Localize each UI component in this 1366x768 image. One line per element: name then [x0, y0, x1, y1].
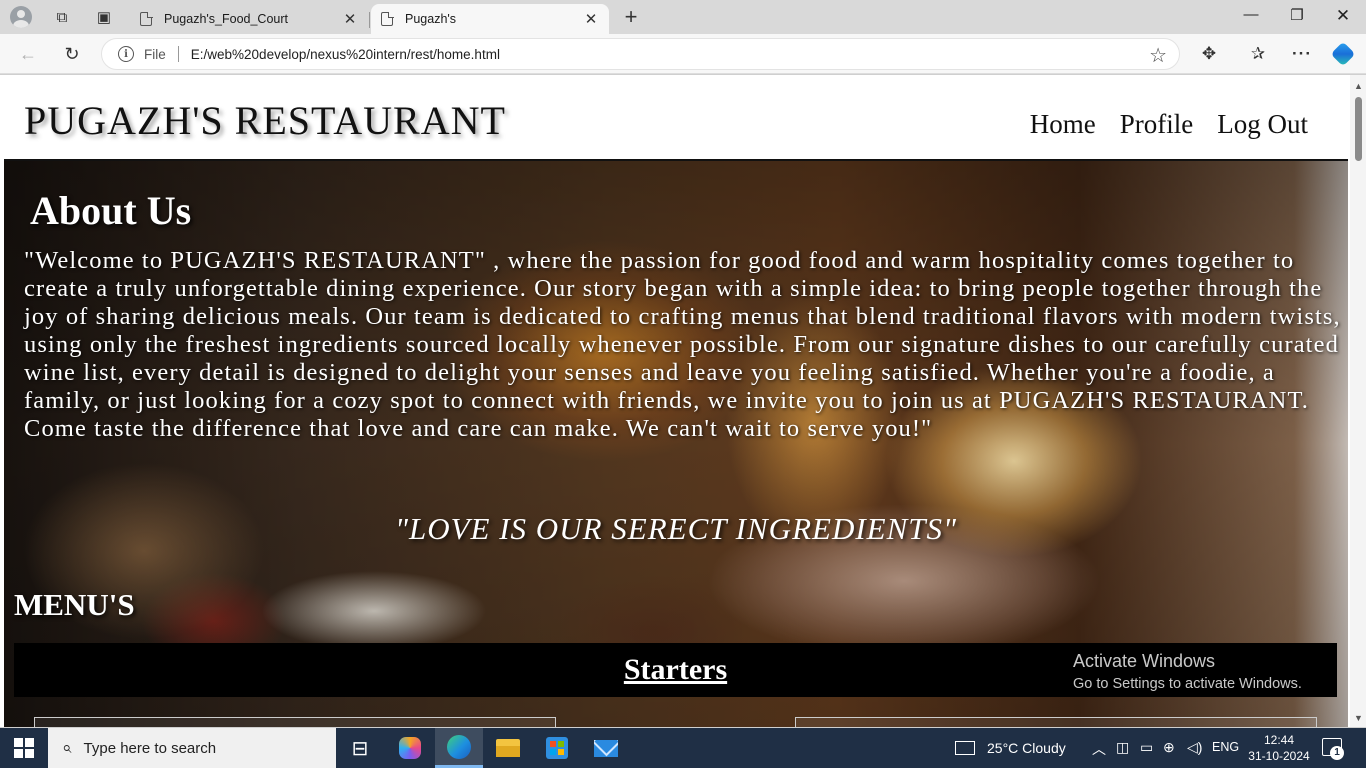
refresh-icon[interactable]: ↻ — [60, 42, 84, 66]
microsoft-store-icon[interactable] — [533, 728, 581, 768]
browser-toolbar: ← ↻ i File E:/web%20develop/nexus%20inte… — [0, 34, 1366, 74]
favorite-star-icon[interactable]: ☆ — [1149, 43, 1167, 68]
page-viewport: PUGAZH'S RESTAURANT Home Profile Log Out… — [0, 75, 1366, 727]
tab-title: Pugazh's_Food_Court — [164, 12, 288, 26]
vertical-scrollbar[interactable]: ▲ ▼ — [1350, 75, 1366, 727]
clock-time: 12:44 — [1263, 733, 1295, 747]
network-globe-icon[interactable]: ⊕ — [1163, 739, 1175, 756]
site-header: PUGAZH'S RESTAURANT Home Profile Log Out — [4, 77, 1348, 161]
language-indicator[interactable]: ENG — [1212, 740, 1239, 754]
weather-widget[interactable]: 25°C Cloudy — [955, 728, 1066, 768]
menu-card[interactable] — [34, 717, 556, 727]
start-button[interactable] — [0, 728, 48, 768]
scroll-down-arrow-icon[interactable]: ▼ — [1354, 713, 1363, 723]
scheme-label: File — [144, 46, 166, 62]
nav-profile-link[interactable]: Profile — [1120, 109, 1194, 140]
copilot-icon[interactable] — [1330, 41, 1356, 67]
windows-taskbar: ⌕ Type here to search ⊟ 25°C Cloudy ︿ ◫ … — [0, 728, 1366, 768]
browser-tab-strip: ⧉ ▣ Pugazh's_Food_Court ✕ Pugazh's ✕ + —… — [0, 0, 1366, 34]
nav-home-link[interactable]: Home — [1030, 109, 1096, 140]
edge-app-icon[interactable] — [435, 728, 483, 768]
extensions-icon[interactable]: ✥ — [1196, 42, 1222, 66]
clock-date: 31-10-2024 — [1248, 749, 1310, 763]
maximize-button[interactable]: ❐ — [1274, 6, 1320, 24]
weather-text: 25°C Cloudy — [987, 740, 1066, 756]
scroll-thumb[interactable] — [1355, 97, 1362, 161]
system-clock[interactable]: 12:44 31-10-2024 — [1246, 732, 1312, 764]
meet-now-icon[interactable]: ◫ — [1116, 739, 1129, 756]
new-tab-button[interactable]: + — [619, 6, 643, 28]
menu-heading: MENU'S — [14, 587, 135, 622]
mail-app-icon[interactable] — [582, 728, 630, 768]
page-icon — [140, 11, 153, 26]
copilot-app-icon[interactable] — [386, 728, 434, 768]
watermark-subtitle: Go to Settings to activate Windows. — [1073, 676, 1302, 692]
tagline: "LOVE IS OUR SERECT INGREDIENTS" — [394, 511, 958, 546]
tab-pugazhs[interactable]: Pugazh's ✕ — [371, 4, 609, 34]
search-placeholder: Type here to search — [83, 739, 217, 757]
minimize-button[interactable]: — — [1228, 6, 1274, 23]
activate-windows-watermark: Activate Windows Go to Settings to activ… — [1073, 651, 1302, 692]
page-icon — [381, 11, 394, 26]
close-tab-icon[interactable]: ✕ — [583, 10, 599, 28]
weather-icon — [955, 741, 975, 755]
url-text[interactable]: E:/web%20develop/nexus%20intern/rest/hom… — [191, 47, 500, 62]
close-tab-icon[interactable]: ✕ — [342, 10, 358, 28]
site-logo: PUGAZH'S RESTAURANT — [24, 98, 506, 143]
favorites-icon[interactable]: ✰ — [1245, 42, 1271, 66]
site-nav: Home Profile Log Out — [1030, 109, 1308, 140]
watermark-title: Activate Windows — [1073, 651, 1216, 671]
workspaces-icon[interactable]: ⧉ — [48, 4, 76, 30]
task-view-icon[interactable]: ⊟ — [336, 728, 384, 768]
battery-icon[interactable]: ▭ — [1140, 739, 1153, 756]
tab-pugazhs-food-court[interactable]: Pugazh's_Food_Court ✕ — [130, 4, 370, 34]
about-section: About Us "Welcome to PUGAZH'S RESTAURANT… — [4, 161, 1348, 727]
profile-icon[interactable] — [7, 4, 35, 30]
tab-title: Pugazh's — [405, 12, 457, 26]
more-options-icon[interactable]: ··· — [1289, 42, 1315, 66]
file-explorer-icon[interactable] — [484, 728, 532, 768]
about-paragraph: "Welcome to PUGAZH'S RESTAURANT" , where… — [24, 247, 1341, 442]
close-window-button[interactable]: ✕ — [1320, 6, 1366, 26]
menu-card[interactable] — [795, 717, 1317, 727]
volume-icon[interactable]: ◁) — [1187, 739, 1202, 756]
about-title: About Us — [30, 188, 192, 233]
show-hidden-icons-chevron-icon[interactable]: ︿ — [1092, 739, 1106, 759]
info-icon[interactable]: i — [118, 46, 134, 62]
back-arrow-icon[interactable]: ← — [16, 42, 40, 66]
notification-count-badge: 1 — [1330, 746, 1344, 760]
address-divider — [177, 46, 179, 62]
nav-logout-link[interactable]: Log Out — [1217, 109, 1308, 140]
search-icon: ⌕ — [62, 738, 72, 757]
address-bar[interactable]: i File E:/web%20develop/nexus%20intern/r… — [101, 38, 1180, 70]
taskbar-search[interactable]: ⌕ Type here to search — [48, 728, 336, 768]
tab-actions-icon[interactable]: ▣ — [90, 4, 118, 30]
scroll-up-arrow-icon[interactable]: ▲ — [1354, 81, 1363, 91]
